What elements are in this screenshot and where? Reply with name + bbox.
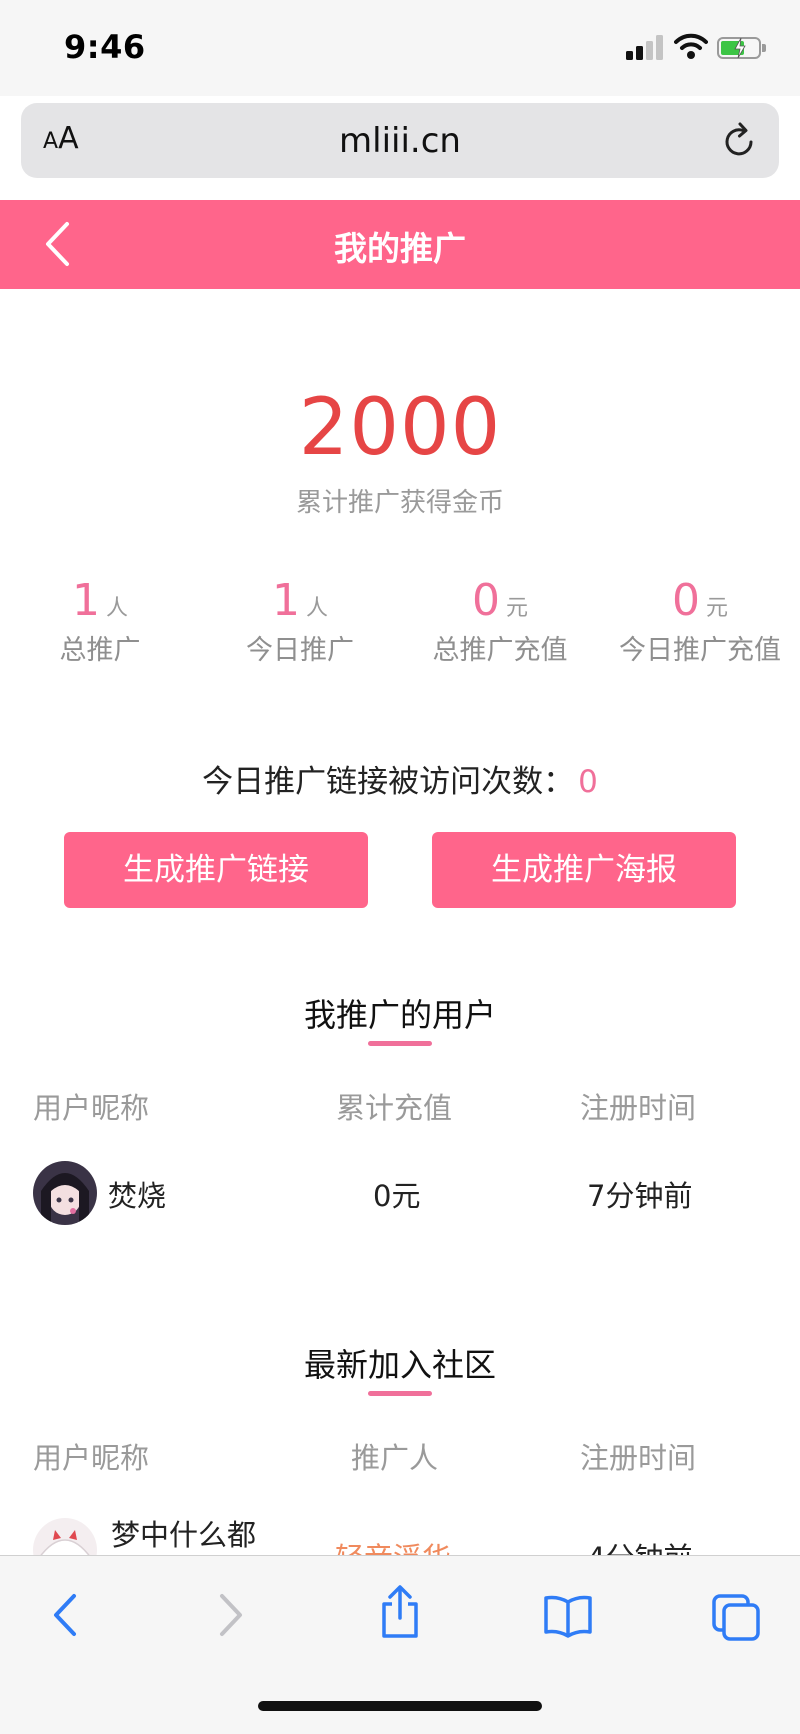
stat-total-promoted: 1人 总推广	[59, 575, 141, 666]
avatar	[33, 1161, 97, 1225]
tabs-icon[interactable]	[710, 1592, 762, 1642]
row-nickname: 梦中什么都	[111, 1518, 257, 1552]
share-icon[interactable]	[378, 1584, 422, 1640]
stat-today-promoted: 1人 今日推广	[246, 575, 354, 666]
col-registered: 注册时间	[580, 1441, 697, 1475]
total-coins: 2000	[298, 383, 502, 473]
col-recharge: 累计充值	[336, 1091, 453, 1125]
col-nickname: 用户昵称	[33, 1441, 150, 1475]
generate-poster-button[interactable]: 生成推广海报	[432, 832, 736, 908]
reload-icon[interactable]	[721, 120, 759, 160]
my-users-underline	[368, 1041, 432, 1046]
browser-toolbar	[0, 1555, 800, 1734]
my-users-title: 我推广的用户	[303, 996, 496, 1034]
row-registered: 7分钟前	[587, 1179, 693, 1213]
status-time: 9:46	[64, 28, 146, 66]
generate-link-button[interactable]: 生成推广链接	[64, 832, 368, 908]
nav-back-icon[interactable]	[48, 1592, 82, 1638]
stat-total-recharge: 0元 总推广充值	[432, 575, 568, 666]
total-coins-label: 累计推广获得金币	[295, 488, 504, 518]
link-visits: 今日推广链接被访问次数： 0	[0, 756, 800, 801]
stat-today-recharge: 0元 今日推广充值	[619, 575, 781, 666]
status-bar: 9:46	[0, 0, 800, 96]
signal-icon	[626, 34, 666, 60]
url-text[interactable]: mliii.cn	[21, 121, 779, 161]
page-title: 我的推广	[334, 229, 466, 268]
home-indicator	[258, 1701, 542, 1711]
newest-underline	[368, 1391, 432, 1396]
newest-title: 最新加入社区	[303, 1346, 496, 1384]
battery-icon	[717, 37, 767, 61]
row-recharge: 0元	[373, 1179, 421, 1213]
col-promoter: 推广人	[351, 1441, 439, 1475]
address-bar[interactable]: AA mliii.cn	[21, 103, 779, 178]
col-nickname: 用户昵称	[33, 1091, 150, 1125]
stats-row: 1人 总推广 1人 今日推广 0元 总推广充值 0元 今日推广充值	[0, 575, 800, 675]
nav-forward-icon[interactable]	[214, 1592, 248, 1638]
page-header: 我的推广	[0, 200, 800, 289]
bookmarks-icon[interactable]	[542, 1592, 594, 1638]
wifi-icon	[674, 33, 708, 59]
col-registered: 注册时间	[580, 1091, 697, 1125]
link-visits-count: 0	[578, 764, 598, 800]
row-nickname: 焚烧	[108, 1179, 167, 1213]
link-visits-label: 今日推广链接被访问次数：	[202, 764, 575, 800]
